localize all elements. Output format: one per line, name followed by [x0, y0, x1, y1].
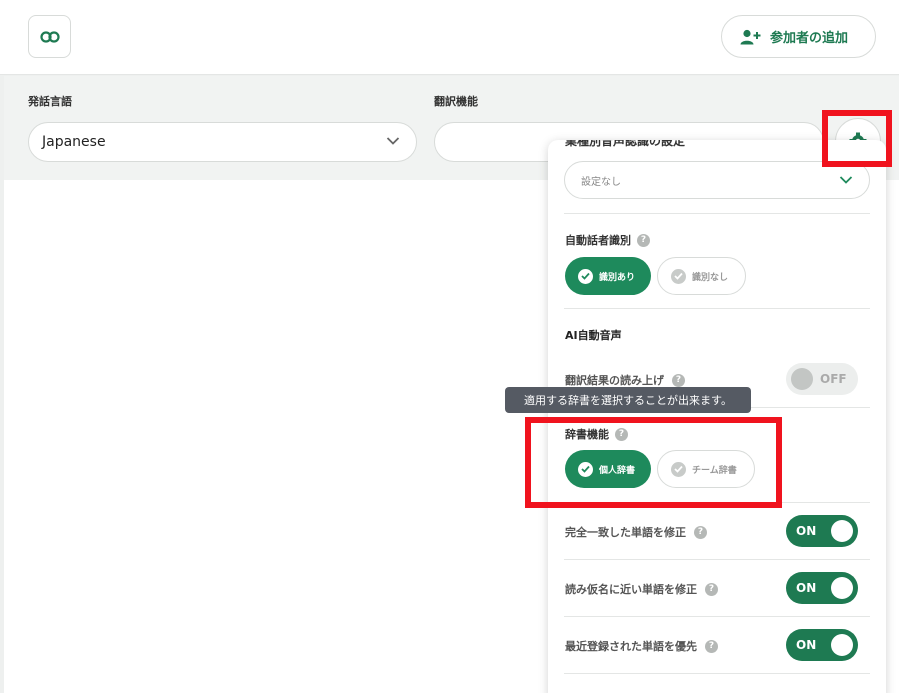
speaker-id-title-text: 自動話者識別	[565, 234, 631, 247]
add-participant-button[interactable]: 参加者の追加	[721, 15, 876, 58]
read-aloud-label: 翻訳結果の読み上げ ?	[565, 372, 685, 388]
exact-match-label: 完全一致した単語を修正 ?	[565, 524, 707, 540]
help-icon[interactable]: ?	[694, 525, 707, 539]
divider	[564, 616, 870, 617]
toggle-knob	[791, 368, 813, 390]
highlight-settings-button	[822, 110, 892, 167]
toggle-knob	[831, 577, 853, 599]
recent-state: ON	[796, 638, 817, 652]
ai-voice-title: AI自動音声	[565, 329, 622, 342]
top-bar: 参加者の追加	[0, 0, 899, 75]
divider	[564, 308, 870, 309]
speech-language-value: Japanese	[42, 134, 106, 150]
kana-near-text: 読み仮名に近い単語を修正	[565, 583, 697, 596]
speech-language-select[interactable]: Japanese	[28, 122, 417, 162]
speaker-id-on-chip[interactable]: 識別あり	[565, 257, 651, 295]
divider	[564, 673, 870, 674]
read-aloud-toggle[interactable]: OFF	[786, 363, 858, 395]
industry-select-value: 設定なし	[581, 176, 621, 188]
link-icon	[39, 30, 60, 43]
help-icon[interactable]: ?	[705, 582, 718, 596]
help-icon[interactable]: ?	[672, 373, 685, 387]
read-aloud-state: OFF	[820, 372, 847, 386]
recent-text: 最近登録された単語を優先	[565, 640, 697, 653]
divider	[564, 559, 870, 560]
speaker-id-off-label: 識別なし	[692, 272, 729, 283]
exact-match-text: 完全一致した単語を修正	[565, 526, 686, 539]
copy-link-button[interactable]	[28, 15, 71, 58]
help-icon[interactable]: ?	[705, 639, 718, 653]
chevron-down-icon	[839, 176, 853, 184]
divider	[564, 213, 870, 214]
highlight-dictionary-section	[525, 417, 782, 508]
check-icon	[671, 268, 686, 284]
speaker-id-on-label: 識別あり	[599, 272, 636, 283]
check-icon	[578, 268, 593, 284]
speaker-id-title: 自動話者識別 ?	[565, 232, 650, 248]
exact-match-toggle[interactable]: ON	[786, 515, 858, 547]
speech-language-label: 発話言語	[28, 95, 72, 108]
kana-near-state: ON	[796, 581, 817, 595]
chevron-down-icon	[386, 137, 400, 145]
add-participant-label: 参加者の追加	[770, 31, 849, 46]
speaker-id-off-chip[interactable]: 識別なし	[657, 257, 746, 295]
recent-toggle[interactable]: ON	[786, 629, 858, 661]
dictionary-tooltip: 適用する辞書を選択することが出来ます。	[505, 387, 751, 413]
translation-label: 翻訳機能	[434, 95, 478, 108]
recent-label: 最近登録された単語を優先 ?	[565, 638, 718, 654]
person-add-icon	[740, 29, 761, 44]
kana-near-toggle[interactable]: ON	[786, 572, 858, 604]
exact-match-state: ON	[796, 524, 817, 538]
toggle-knob	[831, 634, 853, 656]
read-aloud-text: 翻訳結果の読み上げ	[565, 374, 664, 387]
toggle-knob	[831, 520, 853, 542]
kana-near-label: 読み仮名に近い単語を修正 ?	[565, 581, 718, 597]
help-icon[interactable]: ?	[637, 233, 650, 247]
industry-setting-title: 業種別音声認識の設定	[565, 140, 686, 148]
